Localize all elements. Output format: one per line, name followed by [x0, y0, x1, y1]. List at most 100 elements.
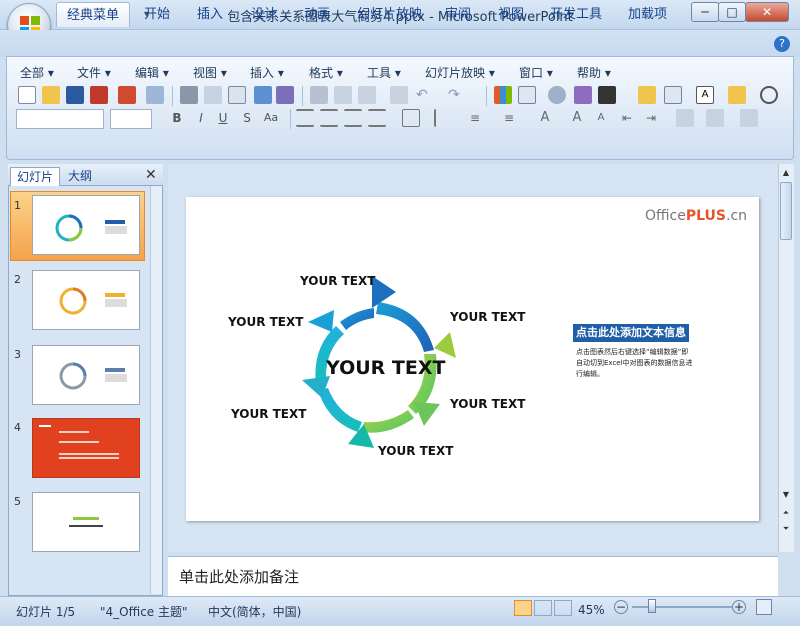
font-size-combo[interactable] — [110, 109, 152, 129]
underline-icon[interactable]: U — [214, 109, 232, 127]
copy-icon[interactable] — [334, 86, 352, 104]
zoom-in-icon[interactable]: + — [732, 600, 746, 614]
minimize-button[interactable]: ─ — [691, 2, 719, 22]
zoom-icon[interactable] — [760, 86, 778, 104]
print-preview-icon[interactable] — [204, 86, 222, 104]
bullets-icon[interactable]: ≡ — [500, 109, 518, 127]
quick-styles-icon[interactable] — [740, 109, 758, 127]
align-center-icon[interactable] — [320, 109, 338, 127]
menu-format[interactable]: 格式 ▾ — [309, 64, 343, 81]
research-icon[interactable] — [276, 86, 294, 104]
tab-classic-menu[interactable]: 经典菜单 — [56, 2, 131, 27]
slide-icon[interactable] — [228, 86, 246, 104]
shadow-icon[interactable]: S — [238, 109, 256, 127]
export-pdf-icon[interactable] — [118, 86, 136, 104]
panel-scrollbar[interactable] — [150, 186, 162, 594]
menu-window[interactable]: 窗口 ▾ — [519, 64, 553, 81]
shrink-font-icon[interactable]: A — [592, 109, 610, 127]
format-painter-icon[interactable] — [390, 86, 408, 104]
new-slide-icon[interactable] — [638, 86, 656, 104]
line-color-icon[interactable] — [598, 86, 616, 104]
slide-thumbnail[interactable] — [32, 195, 140, 255]
decrease-indent-icon[interactable]: ⇤ — [618, 109, 636, 127]
change-case-icon[interactable]: Aa — [262, 109, 280, 127]
attach-icon[interactable] — [146, 86, 164, 104]
slide-thumbnail[interactable] — [32, 418, 140, 478]
status-theme[interactable]: "4_Office 主题" — [100, 603, 188, 620]
scroll-down-icon[interactable]: ▼ — [780, 490, 792, 502]
tab-slides[interactable]: 幻灯片 — [10, 167, 61, 186]
arrange-icon[interactable] — [706, 109, 724, 127]
menu-slideshow[interactable]: 幻灯片放映 ▾ — [425, 64, 495, 81]
menu-insert[interactable]: 插入 ▾ — [250, 64, 284, 81]
redo-toolbar-icon[interactable]: ↷ — [448, 86, 466, 104]
next-slide-icon[interactable]: ⏷ — [780, 524, 792, 538]
previous-slide-icon[interactable]: ⏶ — [780, 508, 792, 522]
print-icon[interactable] — [180, 86, 198, 104]
permission-icon[interactable] — [90, 86, 108, 104]
tab-developer[interactable]: 开发工具 — [540, 2, 612, 27]
zoom-slider-track[interactable] — [632, 606, 732, 608]
zoom-slider-thumb[interactable] — [648, 599, 656, 613]
menu-all[interactable]: 全部 ▾ — [20, 64, 54, 81]
line-spacing-icon[interactable] — [434, 109, 452, 127]
tab-animation[interactable]: 动画 — [294, 2, 340, 27]
italic-icon[interactable]: I — [192, 109, 210, 127]
tab-design[interactable]: 设计 — [241, 2, 287, 27]
menu-file[interactable]: 文件 ▾ — [77, 64, 111, 81]
spelling-icon[interactable] — [254, 86, 272, 104]
text-direction-icon[interactable] — [402, 109, 420, 127]
align-right-icon[interactable] — [344, 109, 362, 127]
status-language[interactable]: 中文(简体，中国) — [208, 603, 301, 620]
slide-thumbnail[interactable] — [32, 270, 140, 330]
align-left-icon[interactable] — [296, 109, 314, 127]
numbering-icon[interactable]: ≡ — [466, 109, 484, 127]
zoom-level[interactable]: 45% — [578, 603, 605, 617]
close-panel-icon[interactable]: ✕ — [145, 167, 157, 183]
menu-help[interactable]: 帮助 ▾ — [577, 64, 611, 81]
font-name-combo[interactable] — [16, 109, 104, 129]
tab-home[interactable]: 开始 — [134, 2, 180, 27]
tab-slideshow[interactable]: 幻灯片放映 — [347, 2, 432, 27]
paste-icon[interactable] — [358, 86, 376, 104]
tab-insert[interactable]: 插入 — [187, 2, 233, 27]
menu-tools[interactable]: 工具 ▾ — [367, 64, 401, 81]
chart-icon[interactable] — [494, 86, 512, 104]
increase-indent-icon[interactable]: ⇥ — [642, 109, 660, 127]
shapes-icon[interactable] — [676, 109, 694, 127]
help-icon[interactable]: ? — [774, 36, 790, 52]
bold-icon[interactable]: B — [168, 109, 186, 127]
menu-view[interactable]: 视图 ▾ — [193, 64, 227, 81]
slide-thumbnail[interactable] — [32, 345, 140, 405]
cut-icon[interactable] — [310, 86, 328, 104]
scroll-thumb[interactable] — [780, 182, 792, 240]
arrowhead-right — [434, 332, 456, 358]
close-button[interactable]: ✕ — [745, 2, 789, 22]
tab-view[interactable]: 视图 — [488, 2, 534, 27]
slide-sorter-icon[interactable] — [534, 600, 552, 616]
slideshow-view-icon[interactable] — [554, 600, 572, 616]
tab-review[interactable]: 审阅 — [435, 2, 481, 27]
justify-icon[interactable] — [368, 109, 386, 127]
fit-to-window-icon[interactable] — [756, 599, 772, 615]
layout-icon[interactable] — [664, 86, 682, 104]
grow-font-icon[interactable]: A — [568, 109, 586, 127]
normal-view-icon[interactable] — [514, 600, 532, 616]
undo-toolbar-icon[interactable]: ↶ — [416, 86, 434, 104]
menu-edit[interactable]: 编辑 ▾ — [135, 64, 169, 81]
open-icon[interactable] — [42, 86, 60, 104]
zoom-out-icon[interactable]: − — [614, 600, 628, 614]
folder-icon[interactable] — [728, 86, 746, 104]
tab-addins[interactable]: 加载项 — [618, 2, 677, 27]
clipart-icon[interactable] — [548, 86, 566, 104]
scroll-up-icon[interactable]: ▲ — [780, 168, 792, 180]
textbox-icon[interactable]: A — [696, 86, 714, 104]
table-icon[interactable] — [518, 86, 536, 104]
font-color-icon[interactable]: A — [536, 109, 554, 127]
picture-icon[interactable] — [574, 86, 592, 104]
save-doc-icon[interactable] — [66, 86, 84, 104]
slide-thumbnail[interactable] — [32, 492, 140, 552]
tab-outline[interactable]: 大纲 — [62, 167, 98, 186]
new-icon[interactable] — [18, 86, 36, 104]
maximize-button[interactable]: □ — [718, 2, 746, 22]
